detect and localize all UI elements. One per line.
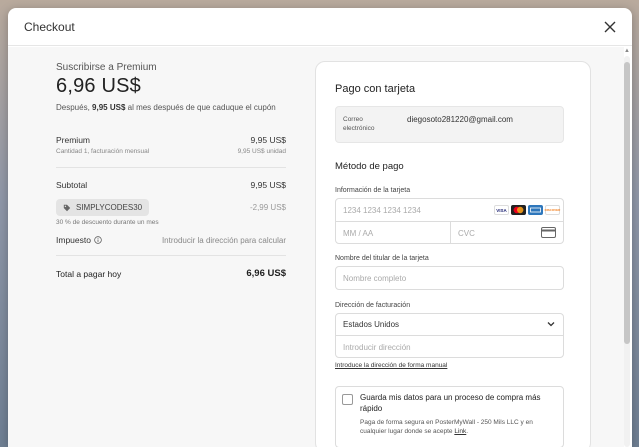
email-value: diegosoto281220@gmail.com [407, 115, 513, 124]
chevron-down-icon [547, 322, 555, 327]
total-label: Total a pagar hoy [56, 268, 122, 279]
total-row: Total a pagar hoy 6,96 US$ [56, 268, 286, 279]
line-item: Premium 9,95 US$ Cantidad 1, facturación… [56, 135, 286, 155]
save-info-checkbox[interactable] [342, 394, 353, 405]
visa-icon: VISA [494, 205, 509, 215]
save-info-title: Guarda mis datos para un proceso de comp… [360, 393, 541, 413]
cvc-input[interactable]: CVC [458, 229, 475, 238]
save-info-box: Guarda mis datos para un proceso de comp… [335, 386, 564, 447]
item-name: Premium [56, 135, 91, 145]
price-today: 6,96 US$ [56, 75, 141, 97]
card-input-group: 1234 1234 1234 1234 VISA DISCOVER MM / A… [335, 198, 564, 244]
coupon-chip[interactable]: SIMPLYCODES30 [56, 199, 150, 216]
card-exp-cvc-row: MM / AA CVC [336, 221, 563, 244]
coupon-discount: -2,99 US$ [249, 203, 286, 212]
billing-label: Dirección de facturación [335, 302, 411, 309]
payment-card: Pago con tarjeta Correo electrónico dieg… [315, 61, 591, 447]
card-brands: VISA DISCOVER [494, 205, 560, 215]
country-select[interactable]: Estados Unidos [336, 314, 563, 335]
payment-title: Pago con tarjeta [335, 83, 416, 95]
country-value: Estados Unidos [343, 320, 400, 329]
card-number-input[interactable]: 1234 1234 1234 1234 VISA DISCOVER [336, 199, 563, 221]
divider [56, 255, 286, 256]
mastercard-icon [511, 205, 526, 215]
after-coupon-text: Después, 9,95 US$ al mes después de que … [56, 103, 276, 112]
item-detail: Cantidad 1, facturación mensual [56, 148, 150, 155]
coupon-note: 30 % de descuento durante un mes [56, 219, 159, 226]
order-summary: Suscribirse a Premium 6,96 US$ Después, … [56, 62, 286, 279]
email-label: Correo electrónico [343, 116, 375, 132]
expiry-input[interactable]: MM / AA [343, 229, 373, 238]
cvc-card-icon [541, 227, 556, 240]
scrollbar-thumb[interactable] [624, 62, 630, 344]
subtotal-label: Subtotal [56, 180, 88, 190]
billing-input-group: Estados Unidos Introducir dirección [335, 313, 564, 358]
item-price: 9,95 US$ [250, 135, 286, 145]
save-info-description: Paga de forma segura en PosterMyWall - 2… [360, 419, 533, 435]
coupon-code: SIMPLYCODES30 [76, 203, 143, 212]
coupon-row: SIMPLYCODES30 -2,99 US$ [56, 199, 286, 216]
field-divider [450, 222, 451, 244]
tax-label-wrap: Impuesto [56, 235, 102, 245]
discover-icon: DISCOVER [545, 205, 560, 215]
amex-icon [528, 205, 543, 215]
item-unit-price: 9,95 US$ unidad [237, 148, 286, 155]
close-icon [604, 21, 616, 33]
email-box: Correo electrónico diegosoto281220@gmail… [335, 106, 564, 143]
holder-name-input[interactable]: Nombre completo [336, 267, 563, 289]
info-icon[interactable] [94, 236, 102, 244]
checkout-modal: Checkout ▲ Suscribirse a Premium 6,96 US… [8, 8, 632, 447]
modal-header: Checkout [8, 8, 632, 46]
scroll-up-arrow[interactable]: ▲ [624, 48, 630, 54]
close-button[interactable] [600, 17, 620, 37]
link-link[interactable]: Link [454, 428, 466, 435]
address-input[interactable]: Introducir dirección [336, 335, 563, 357]
tax-value: Introducir la dirección para calcular [161, 235, 286, 245]
card-info-label: Información de la tarjeta [335, 187, 411, 194]
card-number-placeholder: 1234 1234 1234 1234 [343, 206, 421, 215]
divider [56, 167, 286, 168]
modal-title: Checkout [24, 20, 75, 34]
subscribe-label: Suscribirse a Premium [56, 62, 157, 73]
tax-row: Impuesto Introducir la dirección para ca… [56, 235, 286, 245]
holder-input-group: Nombre completo [335, 266, 564, 290]
tax-label: Impuesto [56, 235, 91, 245]
address-placeholder: Introducir dirección [343, 343, 411, 352]
total-value: 6,96 US$ [246, 268, 286, 279]
holder-label: Nombre del titular de la tarjeta [335, 255, 429, 262]
subtotal-row: Subtotal 9,95 US$ [56, 180, 286, 190]
manual-address-link[interactable]: Introduce la dirección de forma manual [335, 362, 447, 369]
holder-name-placeholder: Nombre completo [343, 274, 407, 283]
payment-method-title: Método de pago [335, 161, 404, 172]
scrollbar-track[interactable] [624, 56, 630, 447]
tag-icon [63, 204, 71, 211]
subtotal-value: 9,95 US$ [250, 180, 286, 190]
